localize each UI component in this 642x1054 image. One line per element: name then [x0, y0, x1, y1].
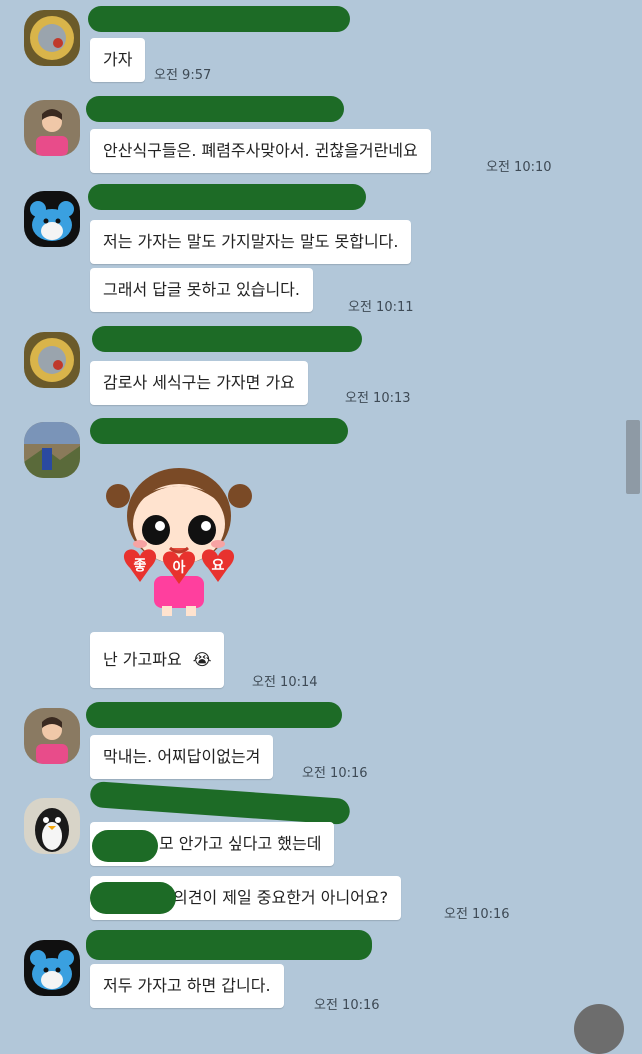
scrollbar-thumb[interactable]: [626, 420, 640, 494]
message-text: 저는 가자는 말도 가지말자는 말도 못합니다.: [103, 232, 399, 251]
avatar[interactable]: [24, 191, 80, 247]
message-text: 가자: [103, 50, 133, 69]
message-time: 오전 9:57: [154, 68, 212, 83]
message-bubble[interactable]: 저두 가자고 하면 갑니다.: [90, 964, 284, 1008]
message-text: 그래서 답글 못하고 있습니다.: [103, 280, 300, 299]
redacted-sender-name: [86, 930, 372, 960]
redacted-text: [90, 882, 176, 914]
redacted-text: [92, 830, 158, 862]
redacted-sender-name: [88, 184, 366, 210]
message-time: 오전 10:16: [302, 766, 368, 781]
redacted-sender-name: [86, 702, 342, 728]
message-time: 오전 10:16: [314, 998, 380, 1013]
sticker-text: 좋: [134, 558, 147, 574]
sticker-text: 아: [173, 559, 186, 576]
message-bubble[interactable]: 막내는. 어찌답이없는겨: [90, 735, 274, 779]
message-bubble[interactable]: 안산식구들은. 폐렴주사맞아서. 귄찮을거란네요: [90, 129, 431, 173]
message-bubble[interactable]: 그래서 답글 못하고 있습니다.: [90, 268, 313, 312]
message-bubble[interactable]: 난 가고파요 😭: [90, 632, 225, 688]
message-bubble[interactable]: 가자: [90, 38, 146, 82]
message-time: 오전 10:16: [444, 907, 510, 922]
avatar[interactable]: [24, 422, 80, 478]
message-time: 오전 10:13: [345, 391, 411, 406]
message-text: 감로사 세식구는 가자면 가요: [103, 373, 295, 392]
sticker[interactable]: 좋 아 요: [104, 458, 254, 618]
crying-emoji-icon: 😭: [192, 650, 212, 669]
redacted-sender-name: [90, 418, 348, 444]
message-bubble[interactable]: 저는 가자는 말도 가지말자는 말도 못합니다.: [90, 220, 412, 264]
message-text: 안산식구들은. 폐렴주사맞아서. 귄찮을거란네요: [103, 141, 418, 160]
message-time: 오전 10:10: [486, 160, 552, 175]
message-text: 저두 가자고 하면 갑니다.: [103, 976, 271, 995]
avatar[interactable]: [24, 332, 80, 388]
scroll-to-bottom-button[interactable]: [574, 1004, 624, 1054]
avatar[interactable]: [24, 10, 80, 66]
redacted-sender-name: [92, 326, 362, 352]
message-time: 오전 10:11: [348, 300, 414, 315]
avatar[interactable]: [24, 100, 80, 156]
message-time: 오전 10:14: [252, 675, 318, 690]
redacted-sender-name: [89, 780, 351, 826]
redacted-sender-name: [88, 6, 350, 32]
avatar[interactable]: [24, 940, 80, 996]
message-text: 막내는. 어찌답이없는겨: [103, 747, 261, 766]
message-bubble[interactable]: 감로사 세식구는 가자면 가요: [90, 361, 308, 405]
message-text: 난 가고파요: [103, 650, 182, 669]
redacted-sender-name: [86, 96, 344, 122]
avatar[interactable]: [24, 708, 80, 764]
avatar[interactable]: [24, 798, 80, 854]
sticker-text: 요: [212, 558, 225, 574]
